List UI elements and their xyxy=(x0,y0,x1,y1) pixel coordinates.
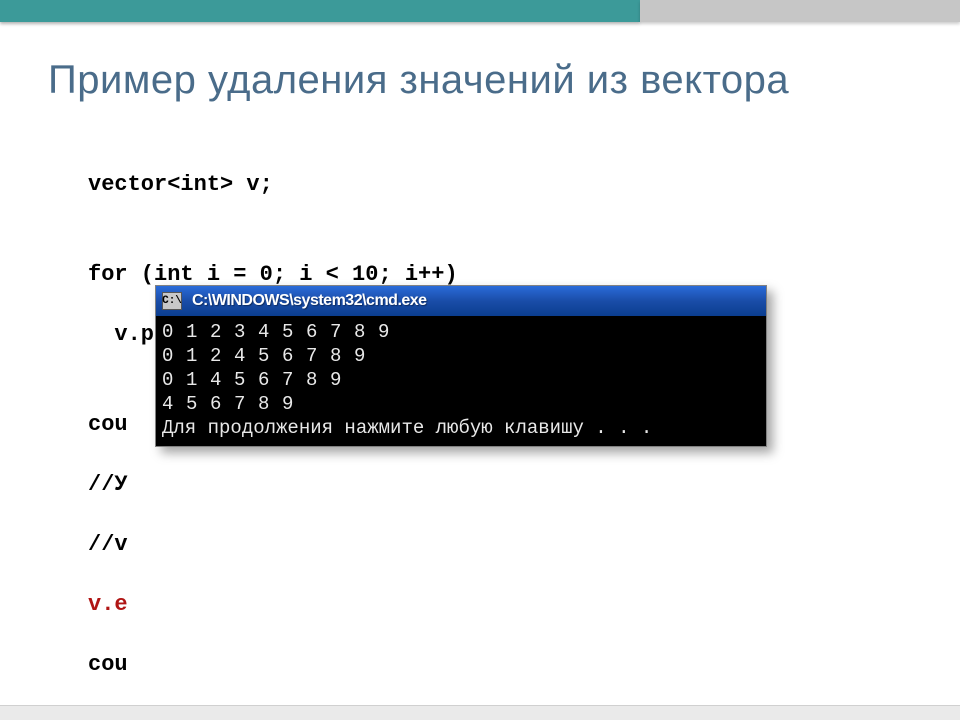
console-titlebar: C:\ C:\WINDOWS\system32\cmd.exe xyxy=(156,286,766,316)
code-line: //У xyxy=(88,470,537,500)
console-row: 01456789 xyxy=(162,368,760,392)
console-title-text: C:\WINDOWS\system32\cmd.exe xyxy=(192,292,427,310)
code-line: vector<int> v; xyxy=(88,170,537,200)
slide: Пример удаления значений из вектора vect… xyxy=(0,0,960,720)
code-line: //v xyxy=(88,530,537,560)
code-line: v.e xyxy=(88,590,537,620)
cmd-icon: C:\ xyxy=(162,292,182,310)
console-prompt: Для продолжения нажмите любую клавишу . … xyxy=(162,416,760,440)
console-output: 012345678901245678901456789456789Для про… xyxy=(156,316,766,446)
console-row: 0123456789 xyxy=(162,320,760,344)
decorative-top-bands xyxy=(0,0,960,22)
code-line: cou xyxy=(88,650,537,680)
console-window: C:\ C:\WINDOWS\system32\cmd.exe 01234567… xyxy=(155,285,767,447)
console-row: 456789 xyxy=(162,392,760,416)
bottom-edge-shadow xyxy=(0,705,960,720)
slide-title: Пример удаления значений из вектора xyxy=(48,58,789,103)
teal-band xyxy=(0,0,640,22)
console-row: 012456789 xyxy=(162,344,760,368)
grey-band xyxy=(640,0,960,22)
